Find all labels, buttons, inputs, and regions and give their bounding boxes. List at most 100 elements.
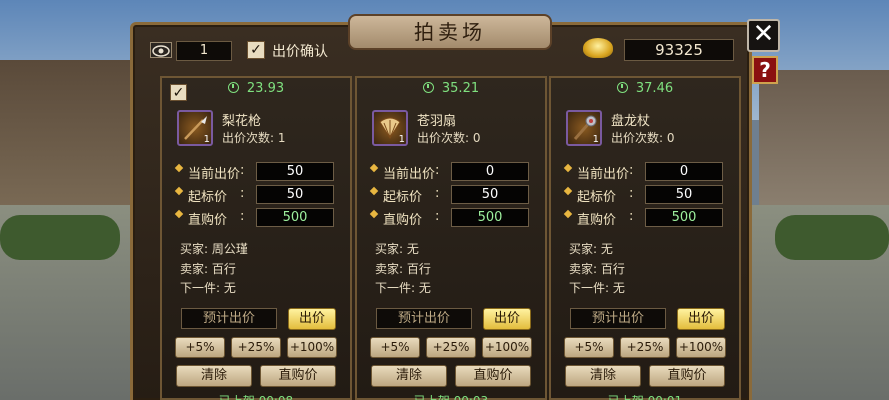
help-button[interactable]: ? [752,56,778,84]
start-price-label: 起标价 [383,190,423,205]
bid-button[interactable]: 出价 [677,308,725,330]
current-bid-row: 当前出价 : 0 [563,162,740,182]
item-name: 梨花枪 [222,114,262,129]
plus-25-percent-button[interactable]: +25% [231,337,281,358]
bid-button[interactable]: 出价 [288,308,336,330]
estimate-bid-field[interactable]: 预计出价 [181,308,277,329]
diamond-bullet-icon [563,163,573,173]
buyout-button[interactable]: 直购价 [455,365,531,387]
diamond-bullet-icon [174,163,184,173]
next-item-info: 下一件: 无 [569,281,625,295]
buyer-info: 买家: 无 [375,242,419,256]
buyer-info: 买家: 无 [569,242,613,256]
diamond-bullet-icon [563,209,573,219]
auction-card-1: ✓ 23.93 1 梨花枪 出价次数: 1 当前出价 : 50 起标价 : 50… [160,76,352,400]
current-bid-value: 0 [451,162,529,181]
colon: : [240,186,245,201]
countdown-timer: 37.46 [551,81,739,96]
item-name: 盘龙杖 [611,114,651,129]
buyer-info: 买家: 周公瑾 [180,242,248,256]
buyout-price-label: 直购价 [383,213,423,228]
diamond-bullet-icon [174,209,184,219]
diamond-bullet-icon [369,209,379,219]
buyout-price-value: 500 [451,208,529,227]
diamond-bullet-icon [563,186,573,196]
start-price-label: 起标价 [188,190,228,205]
colon: : [629,163,634,178]
building-left [0,60,140,210]
buyout-price-label: 直购价 [188,213,228,228]
bid-count: 出价次数: 1 [222,131,286,145]
buyout-button[interactable]: 直购价 [649,365,725,387]
feather-fan-icon[interactable]: 1 [372,110,408,146]
timer-value: 35.21 [441,81,480,96]
buyout-price-label: 直购价 [577,213,617,228]
plus-5-percent-button[interactable]: +5% [564,337,614,358]
clock-icon [616,82,628,93]
eye-icon[interactable] [150,42,172,58]
auction-card-3: 37.46 1 盘龙杖 出价次数: 0 当前出价 : 0 起标价 : 50 直购… [549,76,741,400]
estimate-bid-field[interactable]: 预计出价 [376,308,472,329]
close-button[interactable]: ✕ [747,19,780,52]
colon: : [629,209,634,224]
plus-5-percent-button[interactable]: +5% [175,337,225,358]
current-bid-label: 当前出价 [577,167,630,182]
clock-icon [227,82,239,93]
buyout-price-row: 直购价 : 500 [563,208,740,228]
bid-button[interactable]: 出价 [483,308,531,330]
item-quantity: 1 [398,134,405,145]
clear-button[interactable]: 清除 [565,365,641,387]
start-price-row: 起标价 : 50 [563,185,740,205]
item-quantity: 1 [592,134,599,145]
plus-5-percent-button[interactable]: +5% [370,337,420,358]
start-price-label: 起标价 [577,190,617,205]
plus-100-percent-button[interactable]: +100% [676,337,726,358]
bid-count: 出价次数: 0 [417,131,481,145]
current-bid-label: 当前出价 [383,167,436,182]
page-title: 拍卖场 [348,14,552,50]
diamond-bullet-icon [369,186,379,196]
colon: : [435,186,440,201]
listed-time: 已上架 00:08 [162,392,350,400]
current-bid-row: 当前出价 : 0 [369,162,546,182]
colon: : [435,163,440,178]
clock-icon [422,82,434,93]
item-quantity: 1 [203,134,210,145]
seller-info: 卖家: 百行 [180,262,236,276]
colon: : [435,209,440,224]
item-name: 苍羽扇 [417,114,457,129]
building-right [759,70,889,220]
confirm-label: 出价确认 [272,44,328,60]
diamond-bullet-icon [174,186,184,196]
listed-time: 已上架 00:01 [551,392,739,400]
current-bid-value: 0 [645,162,723,181]
diamond-bullet-icon [369,163,379,173]
spear-icon[interactable]: 1 [177,110,213,146]
clear-button[interactable]: 清除 [371,365,447,387]
next-item-info: 下一件: 无 [375,281,431,295]
plus-25-percent-button[interactable]: +25% [620,337,670,358]
current-bid-row: 当前出价 : 50 [174,162,351,182]
listed-time: 已上架 00:03 [357,392,545,400]
start-price-row: 起标价 : 50 [369,185,546,205]
confirm-checkbox[interactable]: ✓ [247,41,265,59]
countdown-timer: 35.21 [357,81,545,96]
timer-value: 37.46 [635,81,674,96]
plus-100-percent-button[interactable]: +100% [482,337,532,358]
bid-count: 出价次数: 0 [611,131,675,145]
watch-count-field: 1 [176,41,232,61]
colon: : [240,163,245,178]
buyout-price-row: 直购价 : 500 [174,208,351,228]
seller-info: 卖家: 百行 [375,262,431,276]
timer-value: 23.93 [246,81,285,96]
buyout-button[interactable]: 直购价 [260,365,336,387]
dragon-staff-icon[interactable]: 1 [566,110,602,146]
buyout-price-value: 500 [645,208,723,227]
current-bid-label: 当前出价 [188,167,241,182]
bush-left [0,215,120,260]
bush-right [775,215,889,260]
plus-100-percent-button[interactable]: +100% [287,337,337,358]
estimate-bid-field[interactable]: 预计出价 [570,308,666,329]
clear-button[interactable]: 清除 [176,365,252,387]
plus-25-percent-button[interactable]: +25% [426,337,476,358]
